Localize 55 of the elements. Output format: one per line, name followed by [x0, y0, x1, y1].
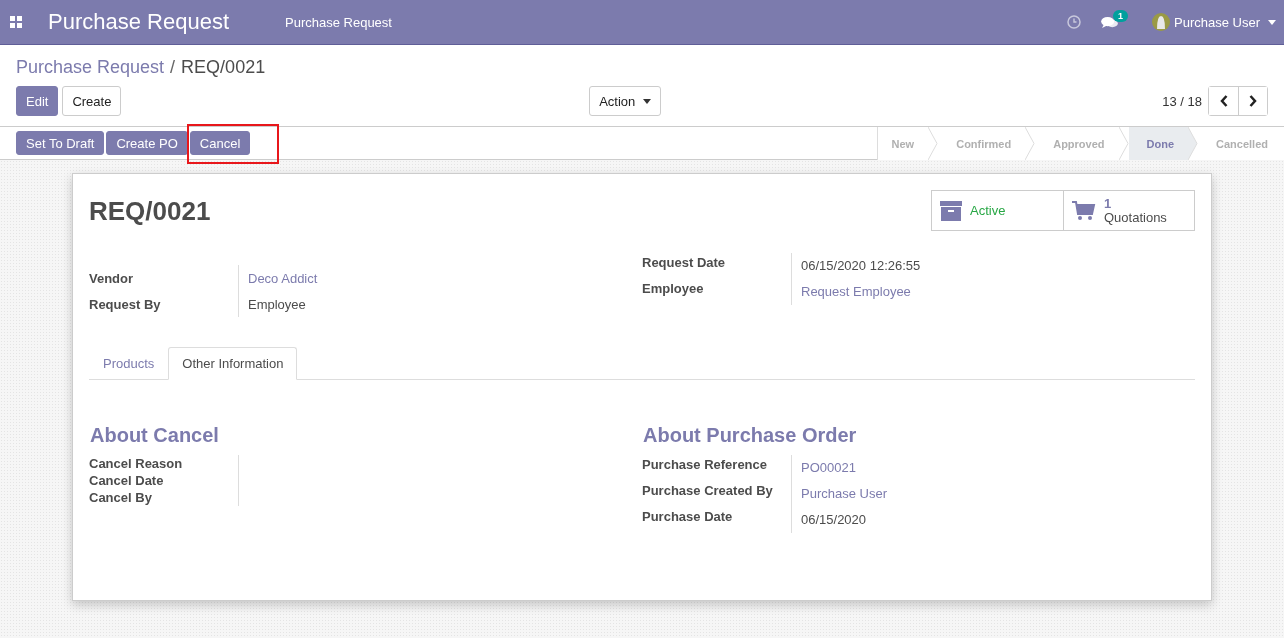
field-label: Request By — [89, 291, 239, 317]
status-stage[interactable]: Confirmed — [938, 127, 1036, 160]
cart-icon — [1072, 200, 1096, 221]
breadcrumb-current: REQ/0021 — [181, 57, 266, 78]
breadcrumb-separator: / — [170, 57, 176, 78]
field-label: Purchase Created By — [642, 481, 792, 507]
status-stage[interactable]: New — [877, 127, 939, 160]
field-label: Cancel Date — [89, 472, 239, 489]
field-label: Request Date — [642, 253, 792, 279]
chevron-right-icon — [1249, 95, 1257, 107]
section-heading: About Purchase Order — [643, 424, 858, 447]
edit-button[interactable]: Edit — [16, 86, 59, 116]
stage-chevron-icon — [1025, 127, 1036, 160]
stage-chevron-icon — [928, 127, 939, 160]
avatar-icon — [1152, 13, 1170, 31]
notebook-tab[interactable]: Other Information — [168, 347, 298, 380]
field-link[interactable]: PO00021 — [792, 455, 1195, 481]
stage-chevron-icon — [1118, 127, 1129, 160]
field-link[interactable]: Deco Addict — [239, 265, 642, 291]
message-count-badge: 1 — [1113, 9, 1129, 22]
field-label: Cancel By — [89, 489, 239, 506]
action-dropdown[interactable]: Action — [589, 86, 662, 116]
header-action-button[interactable]: Create PO — [106, 131, 188, 155]
caret-icon — [643, 98, 652, 104]
menu-item[interactable]: Purchase Request — [285, 14, 392, 30]
field-link[interactable]: Request Employee — [792, 279, 1195, 305]
field-label: Purchase Date — [642, 507, 792, 533]
field-label: Cancel Reason — [89, 455, 239, 472]
status-stage[interactable]: Done — [1128, 127, 1199, 160]
status-stage[interactable]: Approved — [1035, 127, 1129, 160]
field-value: 06/15/2020 — [800, 511, 868, 529]
pager-counter: 13 / 18 — [1162, 93, 1202, 109]
header-action-button[interactable]: Cancel — [189, 131, 251, 155]
chevron-left-icon — [1219, 95, 1228, 107]
user-menu[interactable]: Purchase User — [1152, 13, 1276, 31]
field-value: Employee — [247, 296, 307, 314]
breadcrumb-link[interactable]: Purchase Request — [16, 57, 165, 78]
field-label: Purchase Reference — [642, 455, 792, 481]
field-label: Vendor — [89, 265, 239, 291]
notebook-tab[interactable]: Products — [89, 347, 169, 380]
field-label: Employee — [642, 279, 792, 305]
app-title: Purchase Request — [48, 9, 229, 35]
header-action-button[interactable]: Set To Draft — [16, 131, 105, 155]
caret-icon — [1268, 19, 1276, 25]
record-title: REQ/0021 — [89, 196, 211, 227]
create-button[interactable]: Create — [62, 86, 122, 116]
field-value: 06/15/2020 12:26:55 — [800, 257, 922, 275]
clock-icon[interactable] — [1067, 15, 1081, 29]
next-button[interactable] — [1238, 87, 1267, 115]
archive-box-icon — [940, 200, 962, 221]
stage-chevron-icon — [1188, 127, 1199, 160]
field-link[interactable]: Purchase User — [792, 481, 1195, 507]
section-heading: About Cancel — [90, 424, 220, 447]
chat-bubbles-icon[interactable] — [1101, 15, 1118, 29]
apps-menu-icon[interactable] — [10, 16, 22, 28]
